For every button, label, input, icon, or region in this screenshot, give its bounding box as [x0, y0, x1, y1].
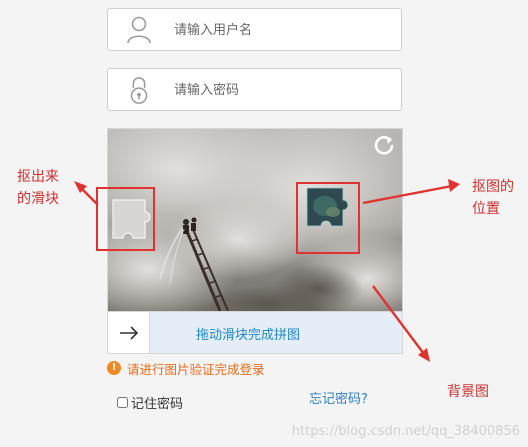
slice-annotation-line1: 抠出来: [17, 169, 59, 185]
background-annotation: 背景图: [447, 384, 489, 400]
position-annotation: 抠图的 位置: [472, 176, 514, 220]
position-annotation-line1: 抠图的: [472, 179, 514, 195]
watermark: https://blog.csdn.net/qq_38400856: [291, 424, 520, 439]
slice-annotation-line2: 的滑块: [17, 191, 59, 207]
slice-annotation: 抠出来 的滑块: [17, 166, 59, 210]
annotation-arrows: [74, 179, 460, 362]
position-annotation-line2: 位置: [472, 201, 500, 217]
